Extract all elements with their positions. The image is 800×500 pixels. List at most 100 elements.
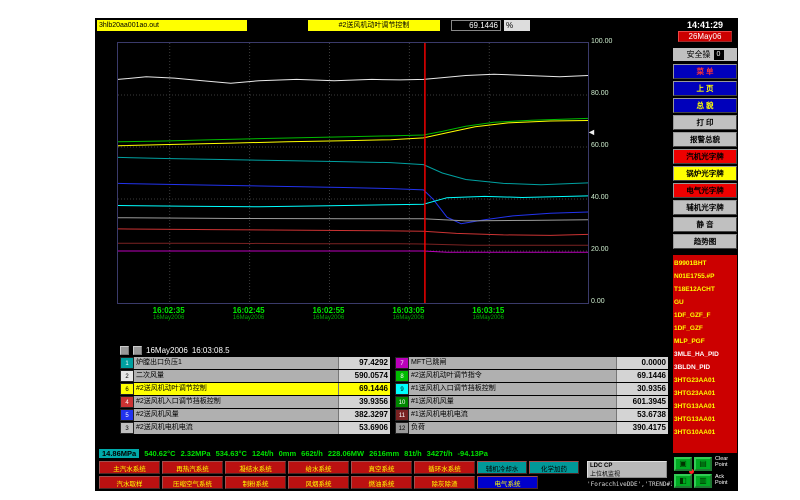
alarm-tag[interactable]: N01E1755.#P	[674, 270, 736, 283]
pen-value: 601.3945	[616, 396, 668, 408]
alarm-tag[interactable]: 3HTG10AA01	[674, 426, 736, 439]
legend-row[interactable]: 4#2送风机入口调节挡板控制39.9356	[120, 396, 390, 408]
legend-row[interactable]: 11#1送风机电机电流53.6738	[395, 409, 668, 421]
scale-marker-icon[interactable]: ◄	[587, 128, 596, 137]
y-axis-label: 80.00	[591, 90, 635, 97]
sidebar-button-stack: 菜 单上 页总 貌打 印报警总貌汽机光字牌锅炉光字牌电气光字牌辅机光字牌静 音趋…	[673, 64, 737, 249]
legend-row[interactable]: 1炉膛出口负压197.4292	[120, 357, 390, 369]
alarm-tag[interactable]: 3HTG13AA01	[674, 400, 736, 413]
trend-line	[118, 229, 588, 236]
sidebar-button[interactable]: 静 音	[673, 217, 737, 232]
menu-button[interactable]: 燃油系统	[351, 476, 412, 489]
cursor-time: 16:03:08.5	[192, 346, 230, 355]
alarm-tag[interactable]: 3BLDN_PID	[674, 361, 736, 374]
sidebar-button[interactable]: 辅机光字牌	[673, 200, 737, 215]
trend-tag-selector[interactable]: 3hlb20aa001ao.out	[97, 20, 247, 31]
status-value: -94.13Pa	[458, 449, 488, 458]
x-axis-date: 16May2006	[383, 315, 433, 321]
sidebar-button[interactable]: 总 貌	[673, 98, 737, 113]
sidebar-button[interactable]: 上 页	[673, 81, 737, 96]
legend-row[interactable]: 12负荷390.4175	[395, 422, 668, 434]
safe-operation-button[interactable]: 安全操 0	[673, 48, 737, 61]
sidebar-button[interactable]: 报警总貌	[673, 132, 737, 147]
menu-button[interactable]: 化学加药	[529, 461, 579, 474]
menu-button[interactable]: 压缩空气系统	[162, 476, 223, 489]
menu-button[interactable]: 再热汽系统	[162, 461, 223, 474]
trend-line	[118, 183, 588, 223]
status-value: 540.62°C	[144, 449, 175, 458]
alarm-tag[interactable]: 3MLE_HA_PID	[674, 348, 736, 361]
legend-right-column: 7MFT已跳闸0.00008#2送风机动叶调节指令69.14469#1送风机入口…	[395, 357, 668, 435]
ldc-line: 上位机监视	[590, 469, 664, 478]
y-axis-label: 100.00	[591, 38, 635, 45]
record-button[interactable]: ◧	[674, 474, 692, 488]
legend-row[interactable]: 6#2送风机动叶调节控制69.1446	[120, 383, 390, 395]
legend-row[interactable]: 8#2送风机动叶调节指令69.1446	[395, 370, 668, 382]
menu-button[interactable]: 主汽水系统	[99, 461, 160, 474]
pen-value: 390.4175	[616, 422, 668, 434]
legend-row[interactable]: 9#1送风机入口调节挡板控制30.9356	[395, 383, 668, 395]
legend-row[interactable]: 7MFT已跳闸0.0000	[395, 357, 668, 369]
pen-color-chip: 8	[395, 370, 409, 382]
alarm-tag[interactable]: 3HTG23AA01	[674, 387, 736, 400]
legend-row[interactable]: 2二次风量590.0574	[120, 370, 390, 382]
sidebar-button[interactable]: 汽机光字牌	[673, 149, 737, 164]
x-axis-date: 16May2006	[144, 315, 194, 321]
menu-button[interactable]: 电气系统	[477, 476, 538, 489]
legend-row[interactable]: 5#2送风机风量382.3297	[120, 409, 390, 421]
alarm-tag[interactable]: GU	[674, 296, 736, 309]
pen-color-chip: 4	[120, 396, 134, 408]
x-axis-tick: 16:03:1516May2006	[463, 306, 513, 321]
x-axis-date: 16May2006	[304, 315, 354, 321]
legend-row[interactable]: 3#2送风机电机电流53.6906	[120, 422, 390, 434]
y-axis-label: 60.00	[591, 142, 635, 149]
pen-color-chip: 9	[395, 383, 409, 395]
trend-plot[interactable]	[117, 42, 589, 304]
alarm-tag[interactable]: MLP_PGF	[674, 335, 736, 348]
sidebar-button[interactable]: 趋势图	[673, 234, 737, 249]
menu-button[interactable]: 除灰除渣	[414, 476, 475, 489]
menu-button[interactable]: 给水系统	[288, 461, 349, 474]
status-value: 2.32MPa	[181, 449, 211, 458]
pen-color-chip: 10	[395, 396, 409, 408]
cursor-step-forward-button[interactable]	[133, 346, 142, 355]
trend-line	[118, 243, 588, 245]
menu-button[interactable]: 凝结水系统	[225, 461, 286, 474]
ldc-panel[interactable]: LDC CP 上位机监视	[587, 461, 667, 478]
menu-button[interactable]: 汽水取样	[99, 476, 160, 489]
pen-color-chip: 2	[120, 370, 134, 382]
sidebar-button[interactable]: 菜 单	[673, 64, 737, 79]
y-axis-label: 0.00	[591, 298, 635, 305]
menu-button[interactable]: 风烟系统	[288, 476, 349, 489]
cursor-step-back-button[interactable]	[120, 346, 129, 355]
legend-row[interactable]: 10#1送风机风量601.3945	[395, 396, 668, 408]
menu-button[interactable]: 真空系统	[351, 461, 412, 474]
trend-current-value: 69.1446	[451, 20, 501, 31]
menu-button[interactable]: 制粉系统	[225, 476, 286, 489]
pen-label: MFT已跳闸	[409, 357, 616, 369]
alarm-tag[interactable]: 1DF_GZF	[674, 322, 736, 335]
pen-label: 二次风量	[134, 370, 338, 382]
alarm-tag[interactable]: T18E12ACHT	[674, 283, 736, 296]
alarm-tag-panel: B9901BHTN01E1755.#PT18E12ACHTGU1DF_GZF_F…	[673, 255, 737, 453]
sidebar-button[interactable]: 打 印	[673, 115, 737, 130]
alarm-tag[interactable]: 3HTG13AA01	[674, 413, 736, 426]
alarm-tag[interactable]: 1DF_GZF_F	[674, 309, 736, 322]
pen-label: #1送风机电机电流	[409, 409, 616, 421]
status-value: 0mm	[279, 449, 297, 458]
menu-button[interactable]: 辅机冷却水	[477, 461, 527, 474]
pen-color-chip: 12	[395, 422, 409, 434]
sidebar-button[interactable]: 电气光字牌	[673, 183, 737, 198]
sidebar-button[interactable]: 锅炉光字牌	[673, 166, 737, 181]
display-1-button[interactable]: ▣	[674, 457, 692, 471]
menu-button[interactable]: 循环水系统	[414, 461, 475, 474]
pen-color-chip: 3	[120, 422, 134, 434]
clear-point-label: Clear Point	[715, 456, 737, 468]
alarm-tag[interactable]: 3HTG23AA01	[674, 374, 736, 387]
pen-value: 53.6906	[338, 422, 390, 434]
alarm-tag[interactable]: B9901BHT	[674, 257, 736, 270]
ack-point-label: Ack Point	[715, 474, 737, 486]
grid-button[interactable]: ▥	[694, 474, 712, 488]
clock-date: 26May06	[678, 31, 732, 42]
display-2-button[interactable]: ▤	[694, 457, 712, 471]
